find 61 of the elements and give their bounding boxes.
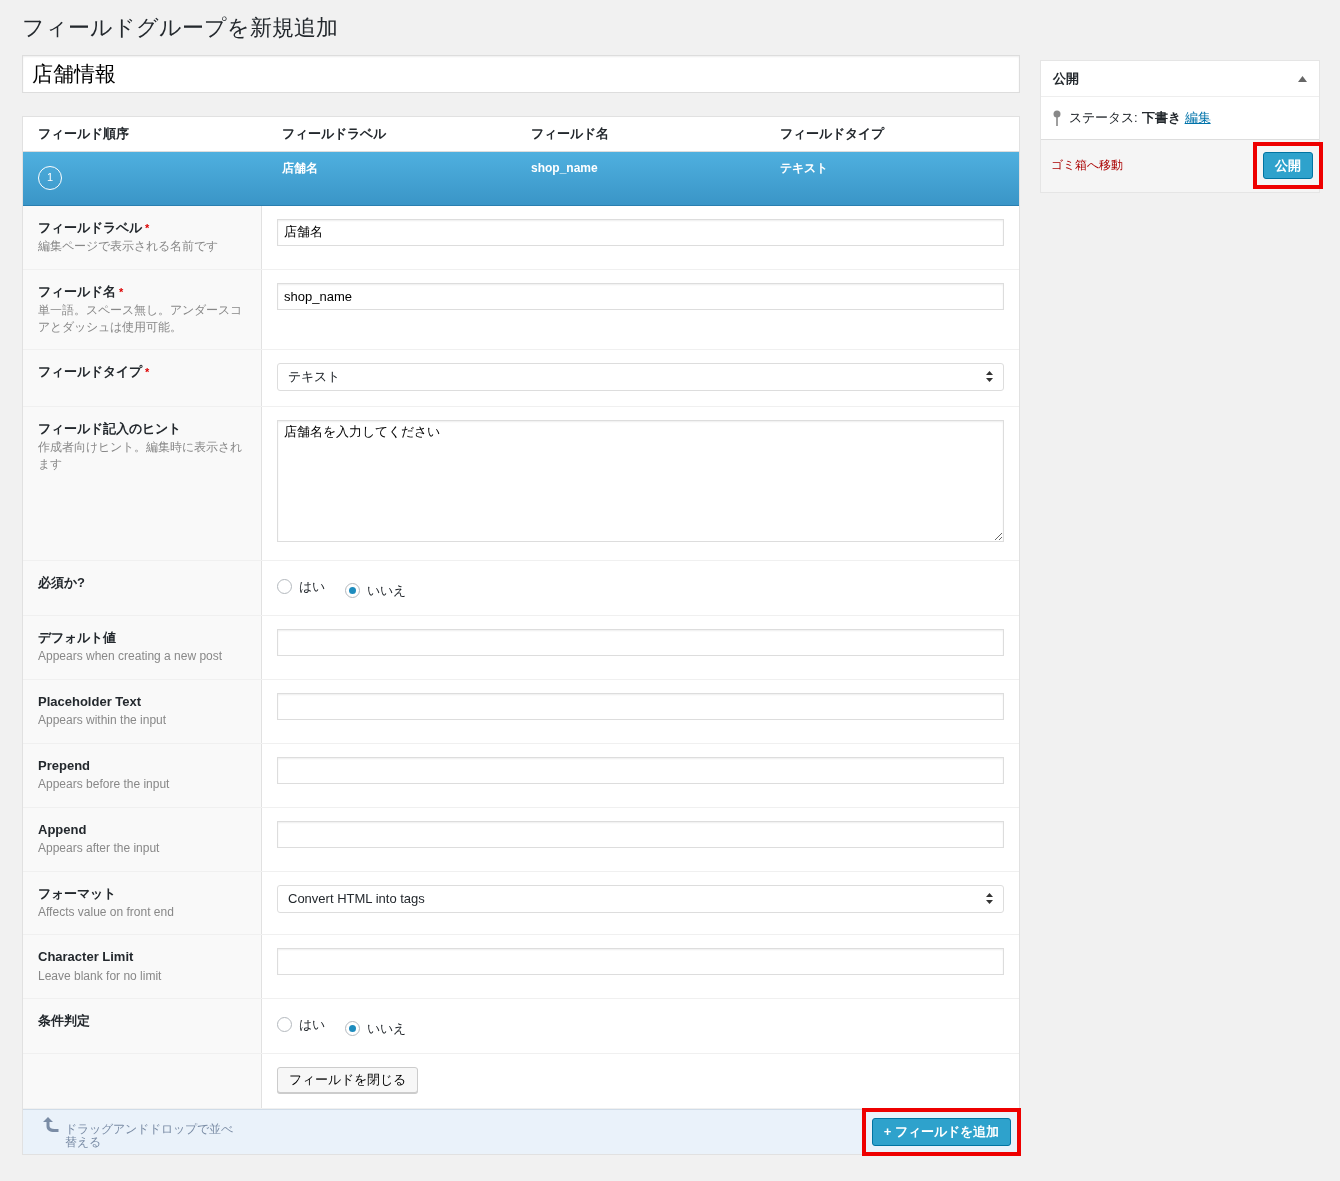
column-header: フィールド順序 — [38, 124, 130, 143]
setting-label: Append — [38, 821, 87, 837]
setting-hint: Appears when creating a new post — [38, 648, 224, 666]
updown-icon — [986, 893, 993, 905]
input-field[interactable] — [277, 628, 1004, 656]
column-header: フィールドタイプ — [780, 124, 886, 143]
setting-hint: 編集ページで表示される名前です — [38, 238, 219, 255]
updown-icon — [986, 371, 993, 383]
input-field[interactable]: 店舗名 — [277, 218, 1004, 246]
setting-label: デフォルト値 — [38, 629, 116, 645]
setting-hint: 作成者向けヒント。編集時に表示されます — [38, 439, 243, 473]
setting-label: Prepend — [38, 757, 90, 773]
column-header: フィールド名 — [531, 124, 610, 143]
field-type-text: テキスト — [780, 160, 828, 175]
setting-label: 必須か? — [38, 574, 85, 590]
required-mark: * — [145, 365, 150, 378]
input-field[interactable] — [277, 820, 1004, 848]
required-mark: * — [119, 285, 124, 298]
collapse-triangle-icon[interactable] — [1298, 75, 1307, 82]
input-field[interactable] — [277, 692, 1004, 720]
edit-link[interactable]: 編集 — [1184, 109, 1211, 127]
select-field[interactable]: テキスト — [277, 362, 1004, 391]
setting-label: Character Limit — [38, 949, 134, 965]
setting-hint: Appears within the input — [38, 712, 168, 730]
curved-arrow-icon — [41, 1114, 61, 1135]
setting-label: フォーマット — [38, 885, 116, 901]
setting-hint: Leave blank for no limit — [38, 967, 163, 985]
setting-hint: Appears after the input — [38, 840, 161, 858]
setting-label: フィールドタイプ — [38, 363, 142, 379]
select-field[interactable]: Convert HTML into tags — [277, 884, 1004, 913]
column-header: フィールドラベル — [282, 124, 387, 143]
status-value: 下書き — [1141, 109, 1181, 127]
close-field-button[interactable]: フィールドを閉じる — [277, 1067, 418, 1093]
radio-option[interactable]: いいえ — [345, 581, 406, 600]
input-field[interactable] — [277, 756, 1004, 784]
setting-hint: Appears before the input — [38, 776, 171, 794]
setting-label: Placeholder Text — [38, 693, 142, 709]
pin-icon — [1053, 109, 1061, 126]
status-label: ステータス: — [1069, 109, 1138, 127]
setting-hint: 単一語。スペース無し。アンダースコアとダッシュは使用可能。 — [38, 302, 243, 336]
setting-label: フィールド記入のヒント — [38, 420, 181, 436]
textarea-field[interactable]: 店舗名を入力してください — [277, 419, 1004, 542]
required-mark: * — [145, 221, 150, 234]
input-field[interactable]: shop_name — [277, 282, 1004, 310]
radio-option[interactable]: はい — [277, 1016, 325, 1034]
radio-option[interactable]: はい — [277, 577, 325, 596]
setting-label: 条件判定 — [38, 1013, 90, 1029]
input-field[interactable] — [277, 948, 1004, 976]
field-label-text: 店舗名 — [282, 160, 318, 175]
radio-option[interactable]: いいえ — [345, 1020, 406, 1038]
setting-hint: Affects value on front end — [38, 904, 175, 922]
select-value: テキスト — [288, 367, 340, 386]
panel-title: 公開 — [1053, 69, 1079, 88]
trash-link[interactable]: ゴミ箱へ移動 — [1051, 157, 1123, 174]
setting-label: フィールド名 — [38, 283, 116, 299]
page-title: フィールドグループを新規追加 — [22, 14, 339, 42]
setting-label: フィールドラベル — [38, 219, 142, 235]
drag-hint: ドラッグアンドドロップで並べ替える — [65, 1122, 234, 1150]
field-name-text: shop_name — [531, 160, 598, 175]
select-value: Convert HTML into tags — [288, 889, 425, 908]
title-field[interactable]: 店舗情報 — [22, 54, 1020, 93]
